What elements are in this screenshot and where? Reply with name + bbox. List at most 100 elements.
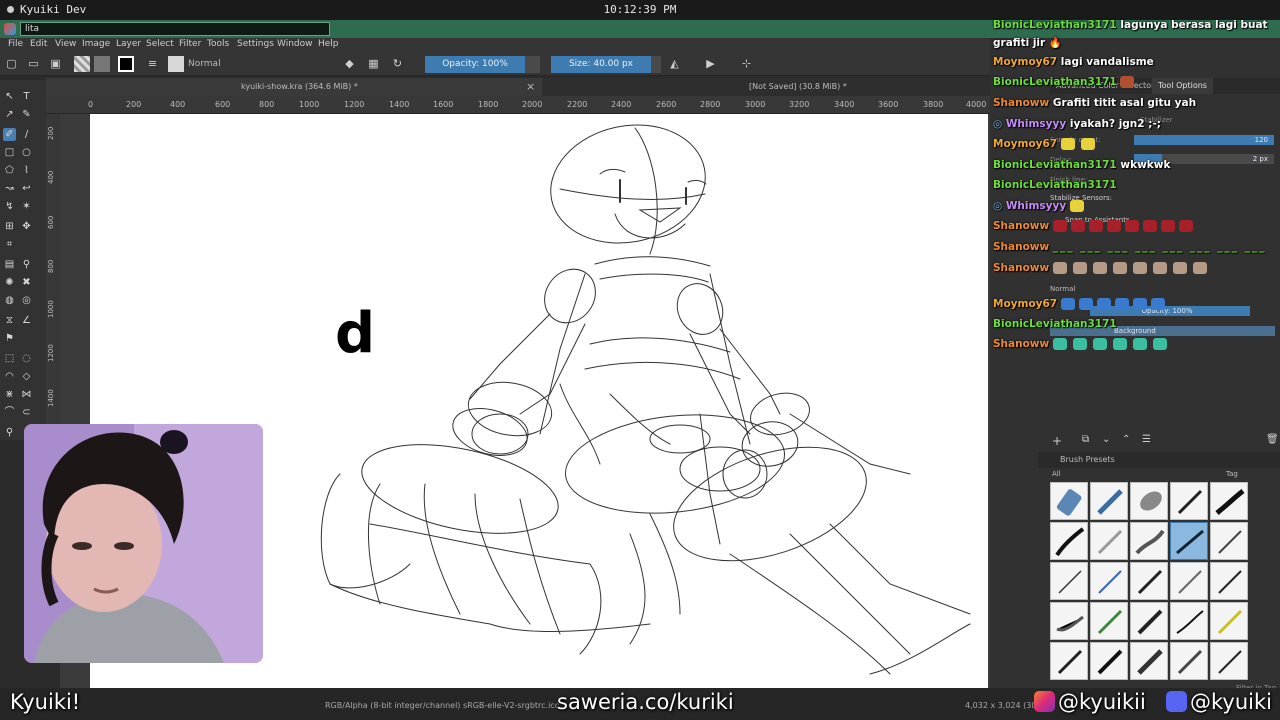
command-search-input[interactable]: lita: [20, 22, 330, 36]
add-layer-icon[interactable]: +: [1052, 434, 1062, 448]
freehand-path-tool-icon[interactable]: ↩: [20, 182, 33, 195]
brush-preset-bristles[interactable]: [1130, 602, 1168, 640]
polygon-tool-icon[interactable]: ⬠: [3, 164, 16, 177]
polyline-tool-icon[interactable]: ⌇: [20, 164, 33, 177]
wrap-around-icon[interactable]: ⊹: [740, 57, 753, 70]
brush-preset-filter-select[interactable]: All: [1052, 470, 1061, 478]
brush-settings-icon[interactable]: ≡: [146, 57, 159, 70]
similar-color-selection-tool-icon[interactable]: ⋈: [20, 388, 33, 401]
save-icon[interactable]: ▣: [49, 57, 62, 70]
brush-preset-ink[interactable]: [1170, 482, 1208, 520]
brush-preset-brush-ink[interactable]: [1050, 522, 1088, 560]
size-slider[interactable]: Size: 40.00 px: [551, 56, 651, 73]
reference-images-tool-icon[interactable]: ⚑: [3, 332, 16, 345]
brush-preset-blue-pencil[interactable]: [1090, 562, 1128, 600]
elliptical-selection-tool-icon[interactable]: ◌: [20, 352, 33, 365]
menu-select[interactable]: Select: [146, 39, 174, 49]
menu-image[interactable]: Image: [82, 39, 110, 49]
bezier-selection-tool-icon[interactable]: ⌒: [3, 406, 16, 419]
ellipse-tool-icon[interactable]: ○: [20, 146, 33, 159]
menu-filter[interactable]: Filter: [179, 39, 201, 49]
brush-preset-marker[interactable]: [1210, 482, 1248, 520]
brush-preset-line[interactable]: [1210, 642, 1248, 680]
contiguous-selection-tool-icon[interactable]: ⋇: [3, 388, 16, 401]
measure-tool-icon[interactable]: ∠: [20, 314, 33, 327]
line-tool-icon[interactable]: /: [20, 128, 33, 141]
blend-mode-select[interactable]: Normal: [188, 57, 328, 71]
close-tab-icon[interactable]: ×: [526, 78, 535, 96]
brush-preset-icon[interactable]: [168, 56, 184, 72]
new-document-icon[interactable]: ▢: [5, 57, 18, 70]
open-document-icon[interactable]: ▭: [27, 57, 40, 70]
menu-file[interactable]: File: [8, 39, 23, 49]
brush-preset-pencil-2[interactable]: [1170, 562, 1208, 600]
brush-preset-pencil-hard[interactable]: [1050, 562, 1088, 600]
zoom-tool-icon[interactable]: ⚲: [3, 426, 16, 439]
edit-shapes-tool-icon[interactable]: ↗: [3, 108, 16, 121]
gradient-tool-icon[interactable]: ▤: [3, 258, 16, 271]
transform-tool-icon[interactable]: ⊞: [3, 220, 16, 233]
color-picker-tool-icon[interactable]: ⚲: [20, 258, 33, 271]
rectangular-selection-tool-icon[interactable]: ⬚: [3, 352, 16, 365]
brush-preset-selected[interactable]: [1170, 522, 1208, 560]
brush-preset-nib[interactable]: [1050, 642, 1088, 680]
gradient-swatch[interactable]: [74, 56, 90, 72]
brush-preset-pen[interactable]: [1210, 562, 1248, 600]
menu-help[interactable]: Help: [318, 39, 339, 49]
menu-window[interactable]: Window: [277, 39, 313, 49]
brush-preset-stamp[interactable]: [1170, 642, 1208, 680]
brush-preset-charcoal[interactable]: [1130, 562, 1168, 600]
assistant-tool-icon[interactable]: ⧖: [3, 314, 16, 327]
mirror-vertical-icon[interactable]: ▶: [704, 57, 717, 70]
brush-tag-button[interactable]: Tag: [1226, 470, 1238, 478]
brush-preset-calligraphy[interactable]: [1090, 642, 1128, 680]
move-layer-down-icon[interactable]: ⌄: [1102, 434, 1110, 445]
brush-preset-fineliner[interactable]: [1170, 602, 1208, 640]
layer-properties-icon[interactable]: ☰: [1142, 434, 1151, 445]
opacity-slider[interactable]: Opacity: 100%: [425, 56, 525, 73]
fill-tool-icon[interactable]: ◍: [3, 294, 16, 307]
tab-kyuiki-show[interactable]: kyuiki-show.kra (364.6 MiB) * ×: [46, 78, 542, 96]
reload-preset-icon[interactable]: ↻: [391, 57, 404, 70]
colorize-mask-tool-icon[interactable]: ✺: [3, 276, 16, 289]
select-shapes-tool-icon[interactable]: ↖: [3, 90, 16, 103]
delete-layer-icon[interactable]: 🗑: [1266, 434, 1279, 445]
freehand-selection-tool-icon[interactable]: ◠: [3, 370, 16, 383]
multibrush-tool-icon[interactable]: ✶: [20, 200, 33, 213]
brush-preset-blender[interactable]: [1130, 482, 1168, 520]
freehand-brush-tool-icon[interactable]: ✐: [3, 128, 16, 141]
menu-view[interactable]: View: [55, 39, 76, 49]
menu-layer[interactable]: Layer: [116, 39, 141, 49]
text-tool-icon[interactable]: T: [20, 90, 33, 103]
bezier-tool-icon[interactable]: ↝: [3, 182, 16, 195]
crop-tool-icon[interactable]: ⌗: [3, 238, 16, 251]
brush-preset-yellow[interactable]: [1210, 602, 1248, 640]
pattern-swatch[interactable]: [94, 56, 110, 72]
calligraphy-tool-icon[interactable]: ✎: [20, 108, 33, 121]
brush-preset-smudge[interactable]: [1130, 522, 1168, 560]
duplicate-layer-icon[interactable]: ⧉: [1082, 434, 1089, 445]
color-swatch[interactable]: [118, 56, 134, 72]
tab-not-saved[interactable]: [Not Saved] (30.8 MiB) *: [546, 78, 990, 96]
menu-edit[interactable]: Edit: [30, 39, 47, 49]
enclose-fill-tool-icon[interactable]: ◎: [20, 294, 33, 307]
rectangle-tool-icon[interactable]: □: [3, 146, 16, 159]
brush-preset-airbrush[interactable]: [1090, 482, 1128, 520]
eraser-icon[interactable]: ◆: [343, 57, 356, 70]
polygonal-selection-tool-icon[interactable]: ◇: [20, 370, 33, 383]
brush-preset-texture[interactable]: [1090, 602, 1128, 640]
brush-preset-pencil-soft[interactable]: [1090, 522, 1128, 560]
dynamic-brush-tool-icon[interactable]: ↯: [3, 200, 16, 213]
menu-settings[interactable]: Settings: [237, 39, 274, 49]
mirror-horizontal-icon[interactable]: ◭: [668, 57, 681, 70]
brush-preset-pen-sketch[interactable]: [1210, 522, 1248, 560]
preserve-alpha-icon[interactable]: ▦: [367, 57, 380, 70]
smart-patch-tool-icon[interactable]: ✖: [20, 276, 33, 289]
menu-tools[interactable]: Tools: [207, 39, 229, 49]
brush-preset-wet[interactable]: [1050, 602, 1088, 640]
magnetic-selection-tool-icon[interactable]: ⊂: [20, 406, 33, 419]
move-tool-icon[interactable]: ✥: [20, 220, 33, 233]
move-layer-up-icon[interactable]: ⌃: [1122, 434, 1130, 445]
brush-preset-eraser[interactable]: [1050, 482, 1088, 520]
brush-preset-marker-2[interactable]: [1130, 642, 1168, 680]
